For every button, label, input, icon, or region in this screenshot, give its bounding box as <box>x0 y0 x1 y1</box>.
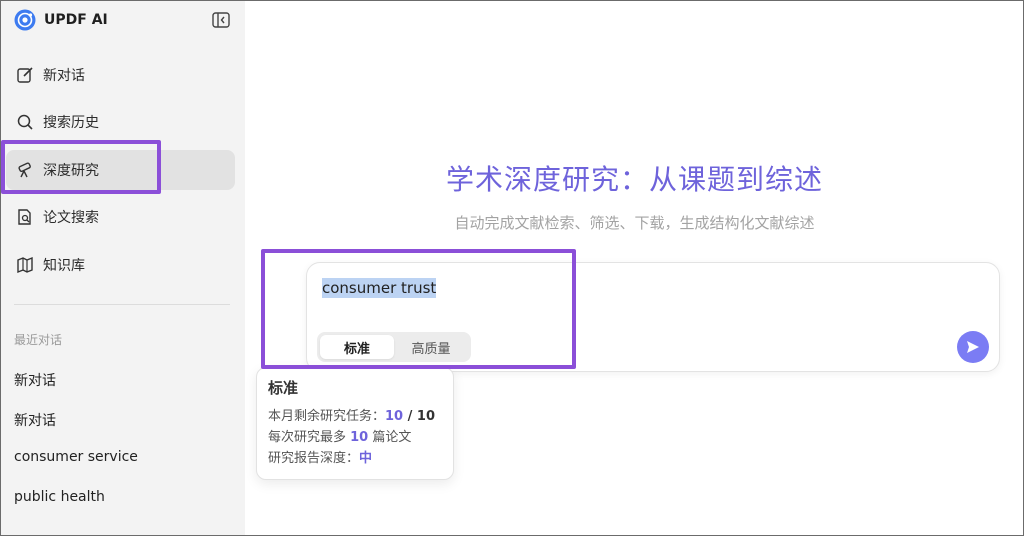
max-papers-label: 每次研究最多 <box>268 430 351 445</box>
app-name: UPDF AI <box>44 12 108 28</box>
updf-logo-icon <box>14 9 36 31</box>
recent-item[interactable]: 新对话 <box>14 370 56 390</box>
page-subtitle: 自动完成文献检索、筛选、下载，生成结构化文献综述 <box>454 214 815 232</box>
nav-label: 论文搜索 <box>43 210 99 226</box>
mode-standard-button[interactable]: 标准 <box>320 335 394 359</box>
nav-new-chat[interactable]: 新对话 <box>6 55 235 95</box>
collapse-sidebar-icon[interactable] <box>212 12 230 28</box>
depth-value: 中 <box>359 451 373 466</box>
edit-icon <box>16 66 34 84</box>
quota-total: 10 <box>416 409 436 424</box>
sidebar-divider <box>14 304 230 305</box>
sidebar: UPDF AI 新对话 搜索历史 深度研究 论文搜索 知识库 最近对话 新对话 … <box>0 0 245 536</box>
nav-label: 搜索历史 <box>43 115 99 131</box>
tooltip-quota: 本月剩余研究任务：10 / 10 <box>268 406 442 427</box>
tooltip-max-papers: 每次研究最多 10 篇论文 <box>268 427 442 448</box>
nav-paper-search[interactable]: 论文搜索 <box>6 197 235 237</box>
depth-label: 研究报告深度： <box>268 451 360 466</box>
max-papers-value: 10 <box>350 430 369 445</box>
quota-label: 本月剩余研究任务： <box>268 409 386 424</box>
tooltip-title: 标准 <box>268 379 299 397</box>
mode-tooltip: 标准 本月剩余研究任务：10 / 10 每次研究最多 10 篇论文 研究报告深度… <box>256 367 454 480</box>
recent-item[interactable]: public health <box>14 489 105 505</box>
recent-item[interactable]: consumer service <box>14 449 138 465</box>
quota-used: 10 <box>385 409 404 424</box>
nav-deep-research[interactable]: 深度研究 <box>6 150 235 190</box>
book-icon <box>16 256 34 274</box>
search-icon <box>16 113 34 131</box>
research-composer[interactable]: consumer trust 标准 高质量 <box>306 262 1000 372</box>
max-papers-suffix: 篇论文 <box>368 430 412 445</box>
nav-search-history[interactable]: 搜索历史 <box>6 102 235 142</box>
nav-label: 新对话 <box>43 68 85 84</box>
nav-label: 深度研究 <box>43 163 99 179</box>
telescope-icon <box>16 161 34 179</box>
quota-sep: / <box>403 409 417 424</box>
mode-toggle: 标准 高质量 <box>317 332 471 362</box>
send-icon <box>967 341 979 353</box>
mode-high-quality-button[interactable]: 高质量 <box>394 335 468 359</box>
nav-knowledge-base[interactable]: 知识库 <box>6 245 235 285</box>
tooltip-depth: 研究报告深度：中 <box>268 448 442 469</box>
nav-label: 知识库 <box>43 258 85 274</box>
recent-item[interactable]: 新对话 <box>14 410 56 430</box>
page-title: 学术深度研究：从课题到综述 <box>445 163 823 196</box>
recent-title: 最近对话 <box>14 333 63 347</box>
paper-search-icon <box>16 208 34 226</box>
send-button[interactable] <box>957 331 989 363</box>
query-input[interactable]: consumer trust <box>322 278 437 298</box>
brand[interactable]: UPDF AI <box>14 9 108 31</box>
